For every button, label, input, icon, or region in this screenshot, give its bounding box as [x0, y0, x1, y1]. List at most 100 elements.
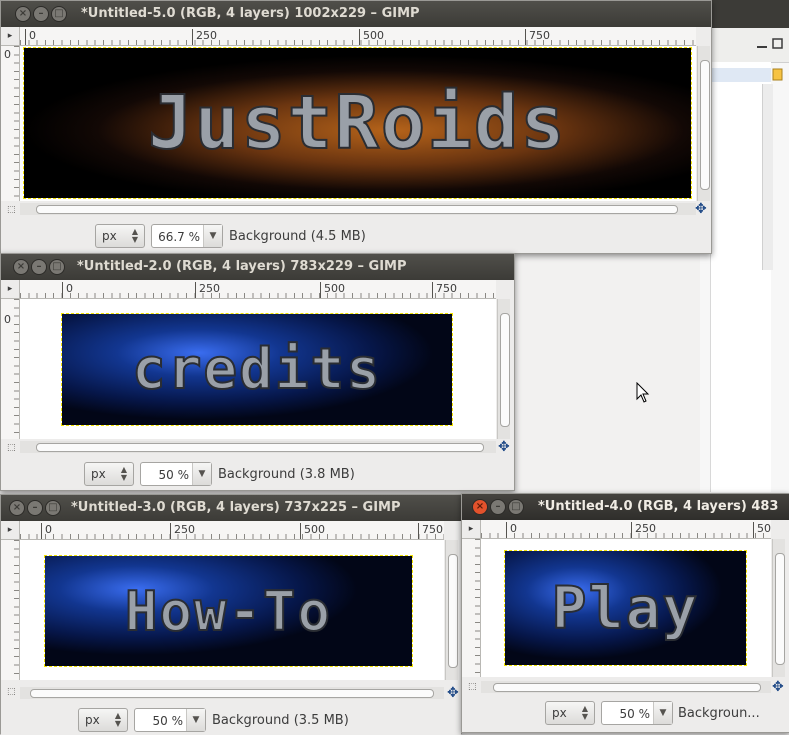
- vertical-scrollbar[interactable]: [772, 539, 785, 677]
- spinner-icon: ▲ ▼: [581, 704, 588, 721]
- highlighted-row: [711, 68, 771, 82]
- scrollbar-thumb[interactable]: [500, 313, 510, 427]
- close-button[interactable]: ×: [13, 259, 29, 275]
- canvas[interactable]: JustRoids: [20, 46, 696, 201]
- horizontal-scrollbar[interactable]: [20, 441, 496, 453]
- minimize-button[interactable]: –: [27, 500, 43, 516]
- horizontal-scrollbar[interactable]: [481, 681, 771, 693]
- quick-mask-toggle-icon[interactable]: ⬚: [468, 682, 477, 692]
- maximize-button[interactable]: □: [45, 500, 61, 516]
- canvas[interactable]: How-To: [20, 540, 444, 680]
- quick-mask-toggle-icon[interactable]: ⬚: [7, 687, 16, 697]
- unit-selector[interactable]: px ▲ ▼: [545, 701, 595, 725]
- maximize-button[interactable]: □: [508, 499, 524, 515]
- vertical-scrollbar[interactable]: [697, 46, 710, 201]
- image-art-text: credits: [131, 336, 382, 403]
- scrollbar-thumb[interactable]: [30, 689, 434, 698]
- vertical-ruler[interactable]: 0: [1, 299, 20, 439]
- scrollbar-thumb[interactable]: [36, 443, 484, 452]
- ruler-tick: 250: [170, 523, 195, 539]
- close-button[interactable]: ×: [15, 6, 31, 22]
- vertical-ruler[interactable]: [1, 540, 20, 680]
- unit-selector[interactable]: px ▲ ▼: [84, 462, 134, 486]
- navigate-icon[interactable]: ✥: [695, 201, 707, 217]
- background-app-titlebar: [700, 0, 789, 28]
- navigate-icon[interactable]: ✥: [447, 685, 459, 701]
- ruler-menu-button[interactable]: ▸: [1, 27, 20, 46]
- minimize-button[interactable]: –: [33, 6, 49, 22]
- zoom-selector[interactable]: 50 % ▼: [601, 701, 673, 725]
- zoom-selector[interactable]: 50 % ▼: [134, 708, 206, 732]
- background-app-scrollbar[interactable]: [762, 84, 773, 270]
- gimp-image-window-3[interactable]: × – □ *Untitled-3.0 (RGB, 4 layers) 737x…: [0, 494, 462, 735]
- zoom-value: 50 %: [158, 468, 190, 482]
- spinner-icon: ▲ ▼: [131, 227, 138, 244]
- chevron-down-icon[interactable]: ▼: [186, 709, 205, 731]
- ruler-menu-button[interactable]: ▸: [1, 280, 20, 299]
- maximize-button[interactable]: □: [51, 6, 67, 22]
- minimize-button[interactable]: –: [31, 259, 47, 275]
- close-button[interactable]: ×: [9, 500, 25, 516]
- ruler-tick: 50: [753, 522, 771, 538]
- titlebar[interactable]: × – □ *Untitled-3.0 (RGB, 4 layers) 737x…: [1, 495, 461, 521]
- gimp-image-window-2[interactable]: × – □ *Untitled-2.0 (RGB, 4 layers) 783x…: [0, 253, 515, 491]
- chevron-down-icon[interactable]: ▼: [203, 225, 222, 247]
- vertical-ruler[interactable]: [462, 539, 481, 677]
- ruler-tick: 750: [525, 29, 550, 45]
- image-art-text: JustRoids: [147, 79, 567, 167]
- horizontal-ruler[interactable]: 0 250 500 750: [20, 280, 496, 299]
- navigate-icon[interactable]: ✥: [772, 679, 784, 695]
- image-canvas[interactable]: credits: [61, 313, 453, 426]
- spinner-icon: ▲ ▼: [114, 711, 121, 728]
- zoom-selector[interactable]: 66.7 % ▼: [151, 224, 223, 248]
- window-title: *Untitled-2.0 (RGB, 4 layers) 783x229 – …: [77, 259, 407, 274]
- image-canvas[interactable]: How-To: [44, 555, 413, 667]
- statusbar: px ▲ ▼ 50 % ▼ Background (3.5 MB): [1, 705, 461, 735]
- ruler-tick: 500: [359, 29, 384, 45]
- vertical-scrollbar[interactable]: [445, 540, 458, 680]
- titlebar[interactable]: × – □ *Untitled-2.0 (RGB, 4 layers) 783x…: [1, 254, 514, 280]
- vertical-ruler[interactable]: 0: [1, 46, 20, 201]
- maximize-button[interactable]: □: [49, 259, 65, 275]
- ruler-tick: 750: [418, 523, 443, 539]
- zoom-selector[interactable]: 50 % ▼: [140, 462, 212, 486]
- ruler-menu-button[interactable]: ▸: [1, 521, 20, 540]
- scrollbar-thumb[interactable]: [775, 553, 785, 665]
- horizontal-ruler[interactable]: 0 250 500 750: [20, 521, 444, 540]
- scrollbar-thumb[interactable]: [700, 60, 710, 190]
- image-canvas[interactable]: JustRoids: [23, 47, 692, 199]
- horizontal-ruler[interactable]: 0 250 50: [481, 520, 771, 539]
- unit-selector[interactable]: px ▲ ▼: [78, 708, 128, 732]
- canvas[interactable]: credits: [20, 299, 496, 439]
- ruler-tick: 250: [631, 522, 656, 538]
- canvas[interactable]: Play: [481, 539, 771, 677]
- unit-selector[interactable]: px ▲ ▼: [95, 224, 145, 248]
- horizontal-scrollbar[interactable]: [20, 687, 444, 699]
- horizontal-scrollbar[interactable]: [20, 203, 696, 215]
- scrollbar-thumb[interactable]: [36, 205, 678, 214]
- gimp-image-window-4[interactable]: × – □ *Untitled-4.0 (RGB, 4 layers) 483 …: [461, 493, 789, 733]
- gimp-image-window-5[interactable]: × – □ *Untitled-5.0 (RGB, 4 layers) 1002…: [0, 0, 712, 254]
- close-button[interactable]: ×: [472, 499, 488, 515]
- navigate-icon[interactable]: ✥: [498, 439, 510, 455]
- maximize-pane-icon[interactable]: [772, 38, 784, 49]
- statusbar: px ▲ ▼ 50 % ▼ Background (3.8 MB): [1, 459, 514, 489]
- image-art-text: How-To: [124, 579, 333, 644]
- image-canvas[interactable]: Play: [504, 550, 747, 666]
- ruler-tick: 250: [192, 29, 217, 45]
- titlebar[interactable]: × – □ *Untitled-4.0 (RGB, 4 layers) 483: [462, 494, 789, 520]
- minimize-pane-icon[interactable]: [756, 38, 768, 49]
- titlebar[interactable]: × – □ *Untitled-5.0 (RGB, 4 layers) 1002…: [1, 1, 711, 27]
- vertical-scrollbar[interactable]: [497, 299, 510, 439]
- ruler-menu-button[interactable]: ▸: [462, 520, 481, 539]
- unit-label: px: [85, 713, 100, 727]
- minimize-button[interactable]: –: [490, 499, 506, 515]
- chevron-down-icon[interactable]: ▼: [192, 463, 211, 485]
- horizontal-ruler[interactable]: 0 250 500 750: [20, 27, 696, 46]
- unit-label: px: [102, 229, 117, 243]
- scrollbar-thumb[interactable]: [493, 683, 761, 692]
- quick-mask-toggle-icon[interactable]: ⬚: [7, 205, 16, 215]
- scrollbar-thumb[interactable]: [448, 554, 458, 668]
- chevron-down-icon[interactable]: ▼: [653, 702, 672, 724]
- quick-mask-toggle-icon[interactable]: ⬚: [7, 443, 16, 453]
